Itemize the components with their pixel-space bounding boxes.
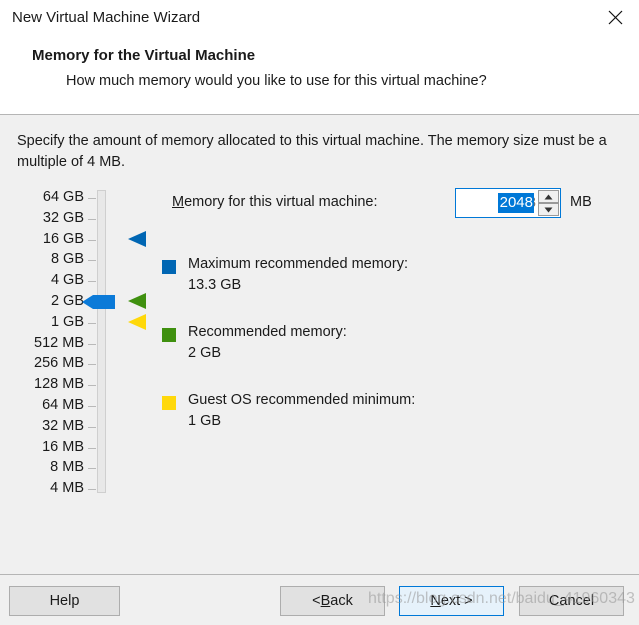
scale-row: 16 GB xyxy=(0,231,120,249)
scale-tick xyxy=(88,343,96,345)
title-bar: New Virtual Machine Wizard xyxy=(0,0,639,38)
scale-row: 4 MB xyxy=(0,480,120,498)
guest-os-recommended-minimum-label: Guest OS recommended minimum: xyxy=(188,392,416,408)
memory-label-accel: M xyxy=(172,194,185,210)
window-title: New Virtual Machine Wizard xyxy=(12,9,201,26)
scale-label: 512 MB xyxy=(34,334,84,351)
memory-input-wrapper[interactable]: 2048 xyxy=(455,188,561,218)
back-label-rest: ack xyxy=(330,593,353,609)
scale-label: 1 GB xyxy=(50,313,84,330)
scale-label: 128 MB xyxy=(34,376,84,393)
memory-label-rest: emory for this virtual machine: xyxy=(184,194,378,210)
wizard-footer: Help < Back Next > Cancel xyxy=(0,574,639,625)
recommended-marker xyxy=(128,292,148,310)
chevron-down-icon xyxy=(544,207,553,213)
cancel-button[interactable]: Cancel xyxy=(519,586,624,616)
memory-spinner-up[interactable] xyxy=(538,190,559,203)
scale-tick xyxy=(88,426,96,428)
memory-slider-thumb[interactable] xyxy=(82,292,115,312)
scale-row: 64 MB xyxy=(0,397,120,415)
wizard-header: Memory for the Virtual Machine How much … xyxy=(0,38,639,115)
guest-os-recommended-minimum-swatch xyxy=(162,396,176,410)
scale-row: 32 GB xyxy=(0,210,120,228)
guest-os-recommended-minimum-value: 1 GB xyxy=(188,413,222,429)
memory-scale: 64 GB 32 GB 16 GB 8 GB 4 GB 2 GB 1 GB 512 MB 256… xyxy=(0,188,150,518)
scale-row: 1 GB xyxy=(0,314,120,332)
scale-tick xyxy=(88,322,96,324)
maximum-recommended-memory-label: Maximum recommended memory: xyxy=(188,256,408,272)
legend-item: Guest OS recommended minimum: 1 GB xyxy=(162,392,562,434)
scale-row: 4 GB xyxy=(0,272,120,290)
memory-input-value: 2048 xyxy=(497,193,534,213)
memory-spinner-down[interactable] xyxy=(538,203,559,216)
scale-label: 16 MB xyxy=(42,438,84,455)
scale-row: 8 GB xyxy=(0,251,120,269)
scale-tick xyxy=(88,489,96,491)
scale-row: 512 MB xyxy=(0,335,120,353)
next-label-rest: ext > xyxy=(440,593,473,609)
instructions-text: Specify the amount of memory allocated t… xyxy=(17,133,607,170)
scale-label: 32 MB xyxy=(42,417,84,434)
legend-item: Recommended memory: 2 GB xyxy=(162,324,562,366)
scale-row: 256 MB xyxy=(0,355,120,373)
scale-row: 32 MB xyxy=(0,418,120,436)
maximum-recommended-marker xyxy=(128,230,148,248)
legend-item: Maximum recommended memory: 13.3 GB xyxy=(162,256,562,298)
chevron-up-icon xyxy=(544,194,553,200)
scale-tick xyxy=(88,468,96,470)
next-label-accel: N xyxy=(430,593,441,609)
scale-tick xyxy=(88,218,96,220)
scale-tick xyxy=(88,239,96,241)
scale-tick xyxy=(88,406,96,407)
close-button[interactable] xyxy=(592,0,639,34)
scale-tick xyxy=(88,364,96,366)
scale-label: 4 GB xyxy=(50,272,84,289)
scale-label: 32 GB xyxy=(42,209,84,226)
scale-label: 2 GB xyxy=(50,293,84,309)
wizard-body: Specify the amount of memory allocated t… xyxy=(0,116,639,574)
next-button[interactable]: Next > xyxy=(399,586,504,616)
close-icon xyxy=(607,9,624,26)
back-label-prefix: < xyxy=(312,593,321,609)
scale-label: 4 MB xyxy=(50,480,84,497)
scale-label: 8 MB xyxy=(50,459,84,476)
scale-label: 8 GB xyxy=(50,251,84,268)
scale-tick xyxy=(88,447,96,449)
back-label-accel: B xyxy=(320,593,331,609)
scale-row: 128 MB xyxy=(0,376,120,394)
maximum-recommended-memory-swatch xyxy=(162,260,176,274)
help-button[interactable]: Help xyxy=(9,586,120,616)
recommended-memory-label: Recommended memory: xyxy=(188,324,347,340)
scale-row: 16 MB xyxy=(0,439,120,457)
page-title: Memory for the Virtual Machine xyxy=(32,47,256,64)
scale-label: 16 GB xyxy=(42,230,84,247)
memory-field-label: Memory for this virtual machine: xyxy=(172,194,378,210)
memory-field-row: Memory for this virtual machine: 2048 MB xyxy=(172,188,612,218)
scale-row: 8 MB xyxy=(0,459,120,477)
scale-label: 256 MB xyxy=(34,355,84,372)
scale-row: 64 GB xyxy=(0,189,120,207)
recommended-memory-value: 2 GB xyxy=(188,345,222,361)
scale-tick xyxy=(88,281,96,283)
guest-os-minimum-marker xyxy=(128,313,148,331)
scale-tick xyxy=(88,260,96,262)
scale-tick xyxy=(88,198,96,199)
scale-label: 64 MB xyxy=(42,397,84,413)
back-button[interactable]: < Back xyxy=(280,586,385,616)
recommended-memory-swatch xyxy=(162,328,176,342)
maximum-recommended-memory-value: 13.3 GB xyxy=(188,277,242,293)
scale-tick xyxy=(88,385,96,387)
memory-unit-label: MB xyxy=(570,194,592,210)
page-subtitle: How much memory would you like to use fo… xyxy=(66,73,487,89)
scale-label: 64 GB xyxy=(42,189,84,205)
